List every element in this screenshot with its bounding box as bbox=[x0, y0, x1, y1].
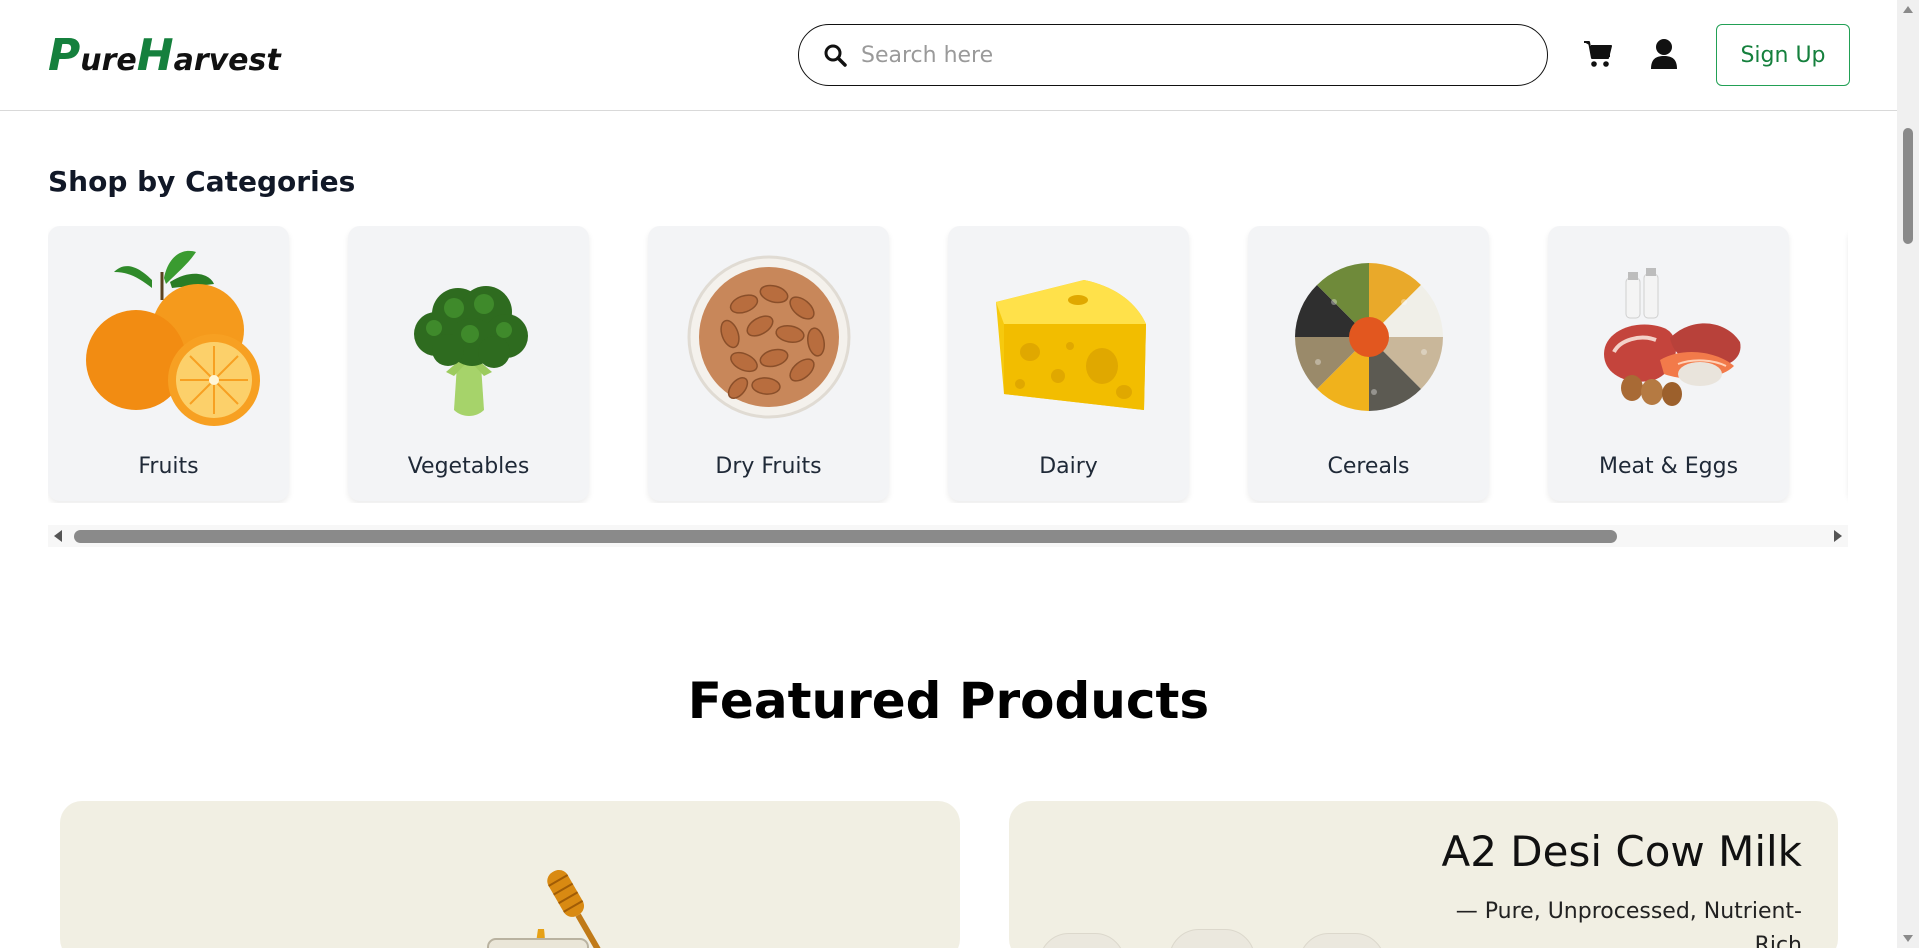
meat-eggs-image bbox=[1568, 242, 1769, 432]
milk-bottles-image bbox=[1039, 927, 1399, 948]
cart-icon bbox=[1584, 41, 1612, 67]
categories-heading: Shop by Categories bbox=[48, 165, 356, 198]
category-card-dairy[interactable]: Dairy bbox=[948, 226, 1189, 501]
search-bar[interactable] bbox=[798, 24, 1548, 86]
category-card-meat-eggs[interactable]: Meat & Eggs bbox=[1548, 226, 1789, 501]
category-label: Meat & Eggs bbox=[1598, 454, 1739, 479]
logo-text-arvest: arvest bbox=[173, 43, 281, 78]
search-input[interactable] bbox=[861, 42, 1501, 68]
page-scrollbar[interactable] bbox=[1897, 0, 1919, 948]
categories-scrollbar[interactable] bbox=[48, 525, 1848, 547]
search-icon bbox=[824, 44, 847, 67]
category-label: Fruits bbox=[138, 454, 199, 479]
cart-button[interactable] bbox=[1580, 36, 1616, 72]
featured-product-card-honey[interactable] bbox=[60, 801, 960, 948]
logo-letter-p: P bbox=[48, 30, 81, 81]
categories-scrollbar-thumb[interactable] bbox=[74, 530, 1617, 543]
category-card-vegetables[interactable]: Vegetables bbox=[348, 226, 589, 501]
category-label: Dry Fruits bbox=[715, 454, 822, 479]
categories-carousel: Fruits Vegetables Dry Fruits Dairy Cerea… bbox=[48, 226, 1848, 503]
scroll-up-icon[interactable] bbox=[1903, 6, 1913, 13]
category-label: Vegetables bbox=[407, 454, 530, 479]
sign-up-button[interactable]: Sign Up bbox=[1716, 24, 1850, 86]
cheese-image bbox=[968, 242, 1169, 432]
grains-image bbox=[1268, 242, 1469, 432]
site-logo[interactable]: PureHarvest bbox=[48, 30, 281, 81]
scroll-down-icon[interactable] bbox=[1903, 935, 1913, 942]
broccoli-image bbox=[368, 242, 569, 432]
logo-letter-h: H bbox=[136, 30, 174, 81]
orange-image bbox=[68, 242, 269, 432]
category-card-fruits[interactable]: Fruits bbox=[48, 226, 289, 501]
product-name: A2 Desi Cow Milk bbox=[1441, 827, 1802, 876]
scroll-right-icon[interactable] bbox=[1834, 530, 1842, 542]
featured-product-card-milk[interactable]: A2 Desi Cow Milk — Pure, Unprocessed, Nu… bbox=[1009, 801, 1838, 948]
scrollbar-thumb[interactable] bbox=[1903, 128, 1913, 244]
almonds-image bbox=[668, 242, 869, 432]
category-card-cereals[interactable]: Cereals bbox=[1248, 226, 1489, 501]
category-card-dry-fruits[interactable]: Dry Fruits bbox=[648, 226, 889, 501]
logo-text-ure: ure bbox=[80, 43, 137, 78]
honey-jar-image bbox=[487, 869, 601, 948]
scroll-left-icon[interactable] bbox=[54, 530, 62, 542]
featured-products-heading: Featured Products bbox=[687, 672, 1210, 730]
account-button[interactable] bbox=[1646, 36, 1682, 72]
site-header: PureHarvest Sign Up bbox=[0, 0, 1897, 111]
category-label: Dairy bbox=[1039, 454, 1098, 479]
user-icon bbox=[1651, 39, 1677, 69]
product-description: — Pure, Unprocessed, Nutrient-Rich bbox=[1455, 899, 1802, 948]
category-label: Cereals bbox=[1327, 454, 1410, 479]
